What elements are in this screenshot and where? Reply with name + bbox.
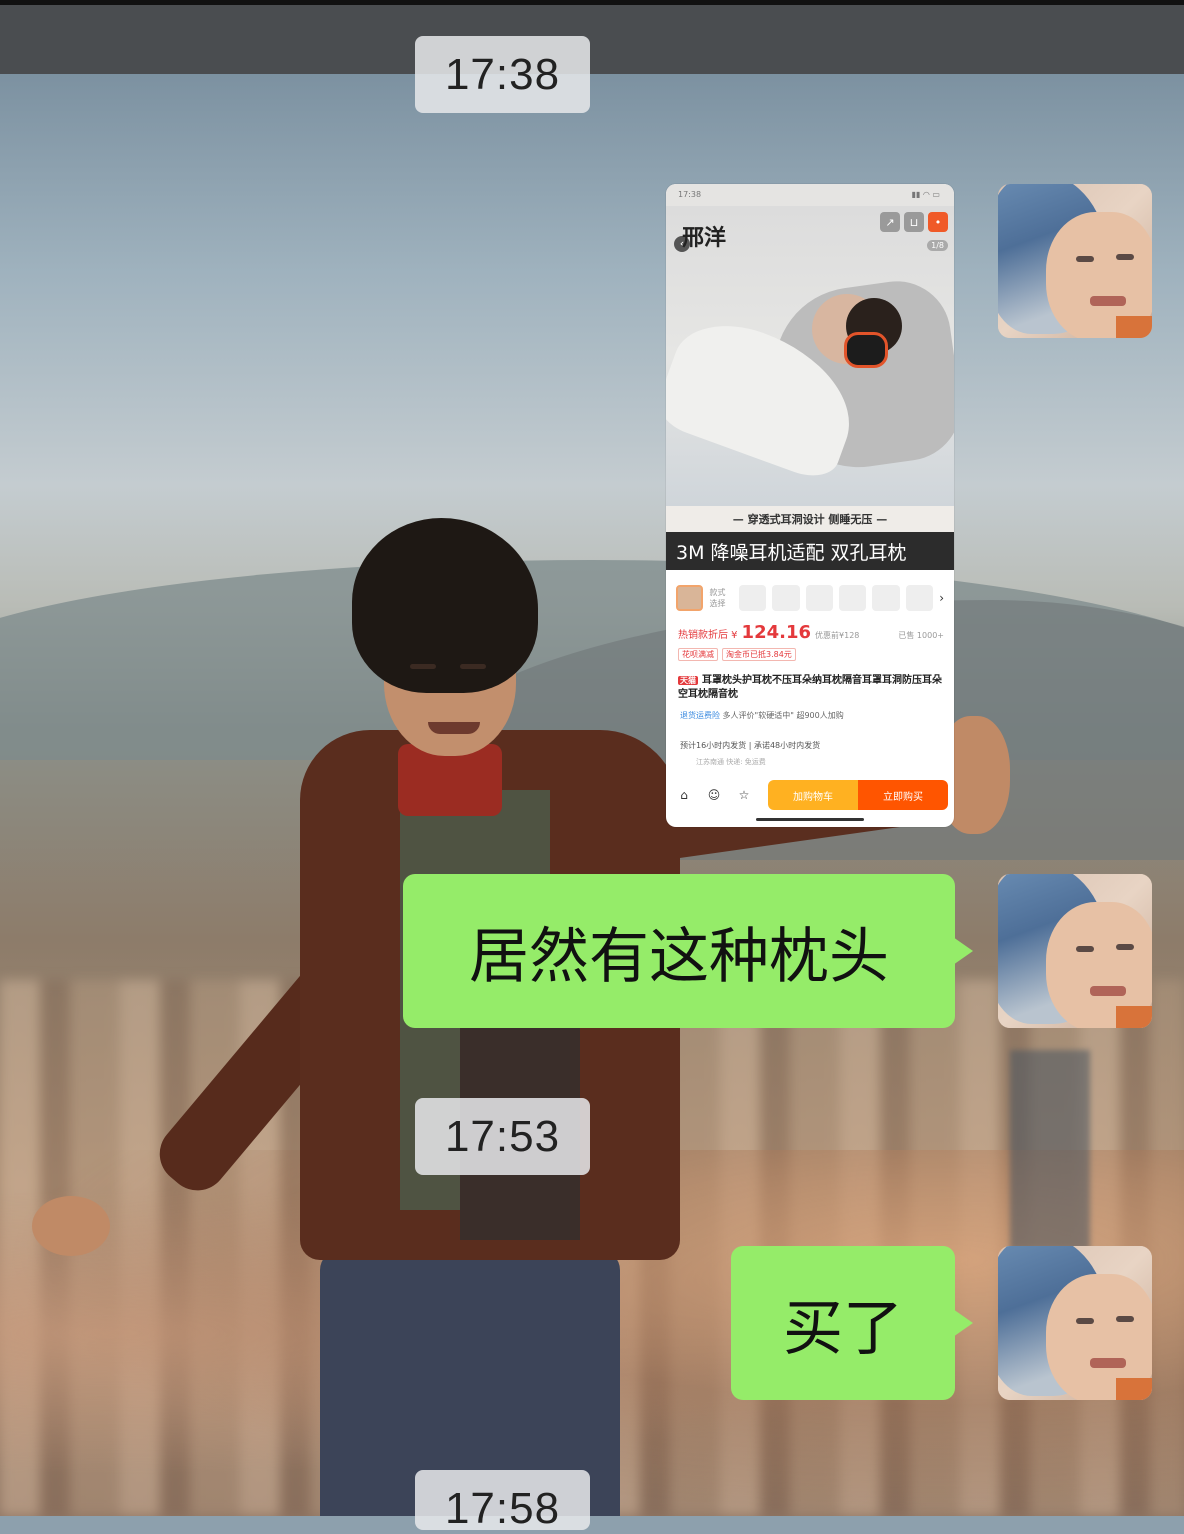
style-label: 款式选择 bbox=[709, 588, 726, 608]
review-label: 多人评价"软硬适中" 超900人加购 bbox=[722, 711, 844, 720]
price-value: 124.16 bbox=[741, 622, 812, 643]
share-icon: ↗ bbox=[880, 212, 900, 232]
message-bubble[interactable]: 买了 bbox=[731, 1246, 973, 1400]
product-title-text: 耳罩枕头护耳枕不压耳朵纳耳枕隔音耳罩耳洞防压耳朵空耳枕隔音枕 bbox=[678, 675, 942, 700]
phone-status-bar: 17:38 ▮▮ ◠ ▭ bbox=[666, 184, 954, 206]
service-icon: ☺ bbox=[707, 788, 721, 802]
image-message-product-screenshot[interactable]: 17:38 ▮▮ ◠ ▭ ‹ 邢洋 ↗ ⊔ • 1/8 — 穿透式耳洞设计 侧睡… bbox=[666, 184, 954, 827]
price-prefix: 热销款折后 ¥ bbox=[678, 630, 738, 641]
more-icon: • bbox=[928, 212, 948, 232]
shipping-info: 预计16小时内发货 | 承诺48小时内发货 bbox=[680, 741, 821, 750]
shipping-sub: 江苏南通 快递: 免运费 bbox=[696, 758, 766, 766]
sold-count: 已售 1000+ bbox=[898, 631, 944, 640]
promo-chips: 花呗满减 淘金币已抵3.84元 bbox=[678, 648, 796, 661]
top-bar bbox=[0, 0, 1184, 74]
product-action-bar: ⌂ ☺ ☆ 加购物车 立即购买 bbox=[666, 778, 954, 812]
timestamp: 17:53 bbox=[415, 1098, 590, 1175]
promo-chip: 淘金币已抵3.84元 bbox=[722, 648, 796, 661]
avatar[interactable] bbox=[998, 1246, 1152, 1400]
tmall-badge: 天猫 bbox=[678, 676, 698, 685]
timestamp: 17:58 bbox=[415, 1470, 590, 1533]
chevron-right-icon: › bbox=[939, 591, 944, 605]
brand-logo: 邢洋 bbox=[682, 225, 727, 251]
home-indicator bbox=[756, 818, 864, 821]
product-banner: 3M 降噪耳机适配 双孔耳枕 bbox=[666, 532, 954, 570]
price-row: 热销款折后 ¥ 124.16 优惠前¥128 已售 1000+ bbox=[678, 622, 944, 643]
store-icon: ⌂ bbox=[680, 788, 688, 802]
guarantee-label: 退货运费险 bbox=[680, 711, 720, 720]
signal-battery-icon: ▮▮ ◠ ▭ bbox=[911, 190, 940, 199]
page-indicator: 1/8 bbox=[927, 240, 948, 251]
avatar[interactable] bbox=[998, 184, 1152, 338]
message-bubble[interactable]: 居然有这种枕头 bbox=[403, 874, 973, 1028]
add-to-cart-button: 加购物车 bbox=[768, 780, 858, 810]
avatar[interactable] bbox=[998, 874, 1152, 1028]
timestamp: 17:38 bbox=[415, 36, 590, 113]
status-time: 17:38 bbox=[678, 190, 702, 199]
headphones-graphic bbox=[844, 332, 888, 368]
product-tagline: — 穿透式耳洞设计 侧睡无压 — bbox=[666, 506, 954, 532]
product-hero-image: ‹ 邢洋 ↗ ⊔ • 1/8 bbox=[666, 206, 954, 506]
product-meta: 退货运费险 多人评价"软硬适中" 超900人加购 bbox=[680, 710, 946, 721]
favorite-icon: ☆ bbox=[738, 788, 750, 802]
price-original: 优惠前¥128 bbox=[815, 631, 860, 640]
cart-icon: ⊔ bbox=[904, 212, 924, 232]
style-thumbnails: 款式选择 › bbox=[676, 582, 944, 614]
promo-chip: 花呗满减 bbox=[678, 648, 718, 661]
product-title: 天猫 耳罩枕头护耳枕不压耳朵纳耳枕隔音耳罩耳洞防压耳朵空耳枕隔音枕 bbox=[678, 674, 944, 702]
buy-now-button: 立即购买 bbox=[858, 780, 948, 810]
